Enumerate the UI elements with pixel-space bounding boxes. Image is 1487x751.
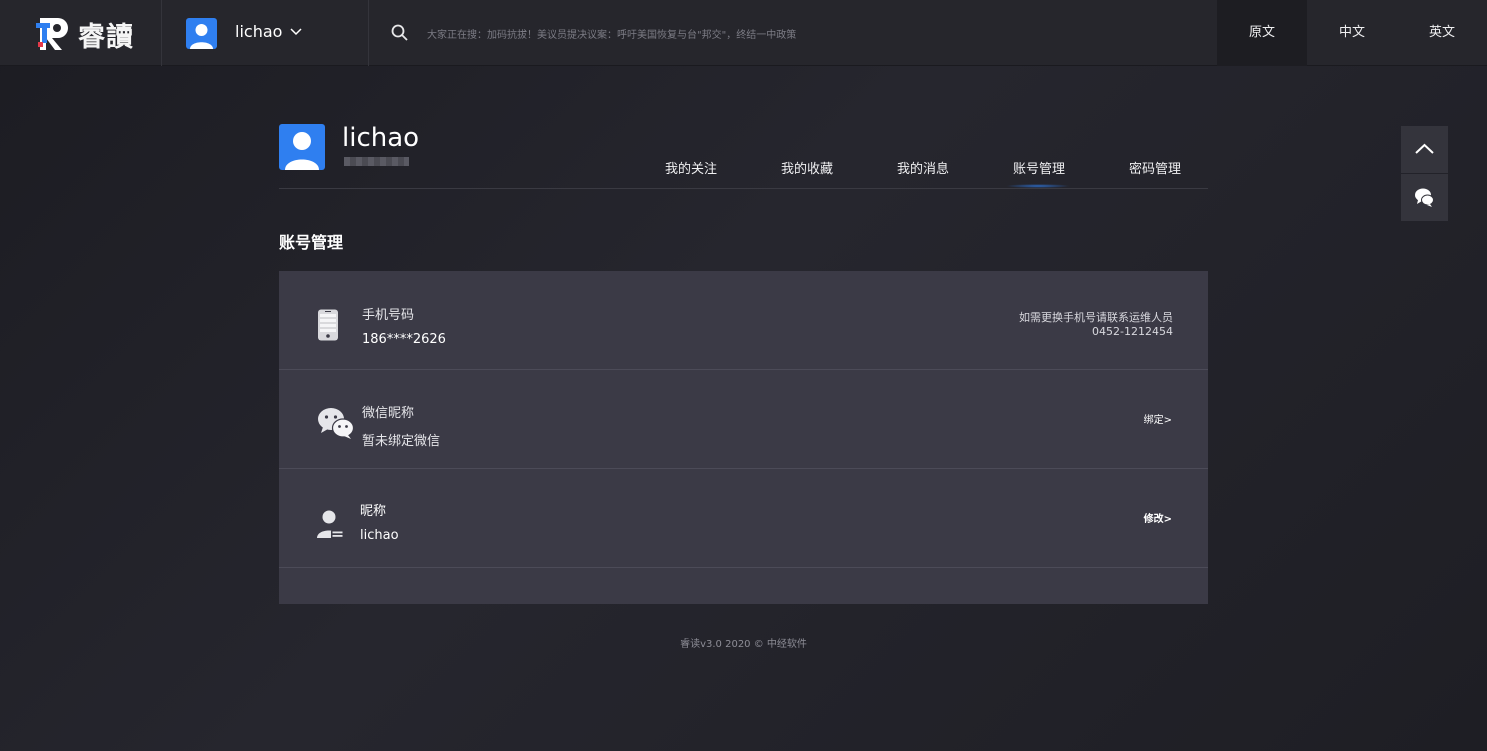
profile-avatar — [279, 124, 325, 170]
phone-note-text: 如需更换手机号请联系运维人员 — [1019, 311, 1173, 324]
phone-icon — [318, 309, 338, 341]
wechat-row: 微信昵称 暂未绑定微信 绑定> — [279, 370, 1208, 469]
phone-label: 手机号码 — [362, 308, 415, 323]
avatar — [186, 18, 217, 49]
logo-text: 睿讀 — [78, 22, 134, 53]
phone-value: 186****2626 — [362, 332, 446, 347]
feedback-chat-button[interactable] — [1401, 174, 1448, 221]
lang-original[interactable]: 原文 — [1217, 0, 1307, 66]
edit-nickname-link[interactable]: 修改> — [1144, 510, 1172, 525]
nickname-value: lichao — [360, 528, 399, 543]
tab-account-management[interactable]: 账号管理 — [1013, 158, 1065, 177]
footer-copyright: 睿读v3.0 2020 © 中经软件 — [680, 639, 807, 650]
nickname-row: 昵称 lichao 修改> — [279, 469, 1208, 568]
logo[interactable]: 睿讀 — [0, 0, 162, 66]
username: lichao — [235, 22, 283, 41]
wechat-label: 微信昵称 — [362, 406, 415, 421]
search-input[interactable]: 大家正在搜：加码抗拔！美议员提决议案：呼吁美国恢复与台"邦交"，终结一中政策 — [427, 26, 796, 41]
phone-row: 手机号码 186****2626 如需更换手机号请联系运维人员 0452-121… — [279, 271, 1208, 370]
user-card-icon — [317, 510, 344, 539]
tab-messages[interactable]: 我的消息 — [897, 158, 949, 177]
user-avatar-icon — [285, 132, 319, 170]
support-phone-number: 0452-1212454 — [1092, 325, 1173, 338]
chevron-up-icon — [1415, 143, 1434, 154]
masked-account-id — [344, 157, 409, 166]
top-navigation-bar: 睿讀 lichao 大家正在搜：加码抗拔！美议员提决议案：呼吁美国恢复与台"邦交… — [0, 0, 1487, 66]
wechat-icon — [318, 408, 355, 439]
phone-change-note: 如需更换手机号请联系运维人员 0452-1212454 — [1019, 311, 1173, 339]
tab-following[interactable]: 我的关注 — [665, 158, 717, 177]
back-to-top-button[interactable] — [1401, 126, 1448, 173]
tab-password-management[interactable]: 密码管理 — [1129, 158, 1181, 177]
user-avatar-icon — [190, 24, 213, 49]
page-title: 账号管理 — [279, 233, 344, 252]
lang-english[interactable]: 英文 — [1397, 0, 1487, 66]
search-icon[interactable] — [391, 24, 408, 41]
user-menu-dropdown[interactable]: lichao — [163, 0, 369, 66]
bind-wechat-link[interactable]: 绑定> — [1144, 411, 1172, 426]
lang-chinese[interactable]: 中文 — [1307, 0, 1397, 66]
divider — [279, 188, 1208, 189]
logo-mark-icon — [36, 18, 68, 50]
wechat-value: 暂未绑定微信 — [362, 434, 441, 449]
account-settings-card: 手机号码 186****2626 如需更换手机号请联系运维人员 0452-121… — [279, 271, 1208, 604]
profile-name: lichao — [342, 123, 420, 153]
tab-favorites[interactable]: 我的收藏 — [781, 158, 833, 177]
nickname-label: 昵称 — [360, 504, 387, 519]
chevron-down-icon — [290, 28, 302, 36]
chat-bubble-icon — [1415, 188, 1434, 207]
